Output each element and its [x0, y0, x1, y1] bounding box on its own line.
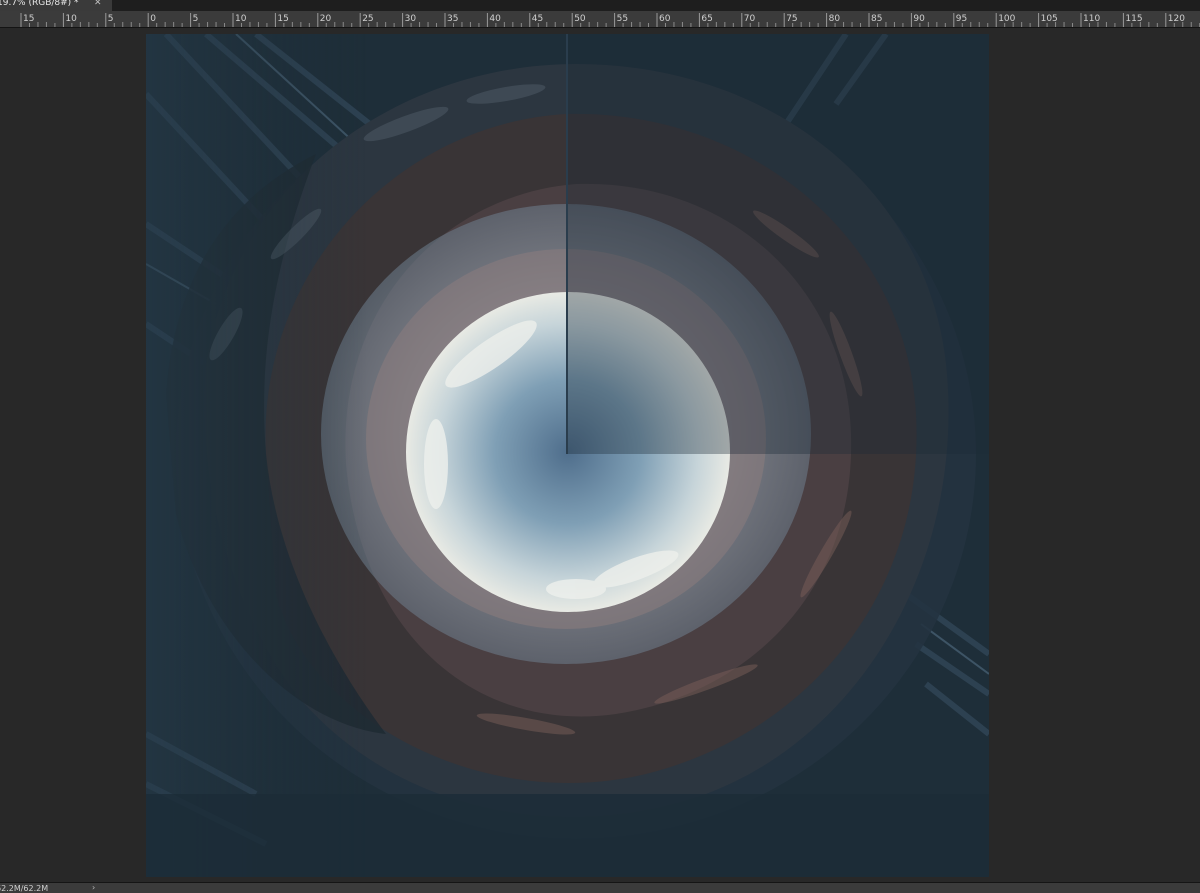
- ruler-label: 5: [193, 14, 199, 24]
- ruler-label: 100: [998, 14, 1015, 24]
- ruler-label: 105: [1041, 14, 1058, 24]
- workspace: [0, 28, 1200, 882]
- ruler-label: 30: [405, 14, 417, 24]
- ruler-label: 50: [574, 14, 586, 24]
- ruler-label: 80: [829, 14, 841, 24]
- ruler-label: 65: [701, 14, 712, 24]
- ruler-label: 120: [1168, 14, 1185, 24]
- ruler-label: 15: [277, 14, 288, 24]
- document-tab-title: 19.7% (RGB/8#) *: [0, 0, 79, 9]
- ruler-label: 45: [532, 14, 543, 24]
- document-tab[interactable]: 19.7% (RGB/8#) * ✕: [0, 0, 112, 11]
- ruler-label: 35: [447, 14, 458, 24]
- ruler-label: 85: [871, 14, 882, 24]
- document-tab-bar: 19.7% (RGB/8#) * ✕: [0, 0, 1200, 11]
- ruler-label: 75: [786, 14, 797, 24]
- ruler-ticks: 1510505101520253035404550556065707580859…: [0, 11, 1200, 27]
- ruler-label: 25: [362, 14, 373, 24]
- ruler-label: 0: [150, 14, 156, 24]
- tiny-planet-artwork: [146, 34, 989, 877]
- ruler-label: 90: [913, 14, 925, 24]
- status-bar: 62.2M/62.2M ›: [0, 882, 1200, 893]
- status-menu-arrow-icon[interactable]: ›: [92, 883, 95, 892]
- ruler-label: 15: [23, 14, 34, 24]
- ruler-label: 20: [320, 14, 332, 24]
- close-icon[interactable]: ✕: [94, 0, 102, 9]
- ruler-label: 10: [65, 14, 77, 24]
- ruler-label: 55: [617, 14, 628, 24]
- ruler-label: 60: [659, 14, 671, 24]
- ruler-label: 70: [744, 14, 756, 24]
- ruler-label: 10: [235, 14, 247, 24]
- horizontal-ruler[interactable]: 1510505101520253035404550556065707580859…: [0, 11, 1200, 28]
- ruler-label: 40: [489, 14, 501, 24]
- ruler-label: 110: [1083, 14, 1100, 24]
- document-canvas[interactable]: [146, 34, 989, 877]
- ruler-label: 5: [108, 14, 114, 24]
- ruler-label: 95: [956, 14, 967, 24]
- ruler-label: 115: [1125, 14, 1142, 24]
